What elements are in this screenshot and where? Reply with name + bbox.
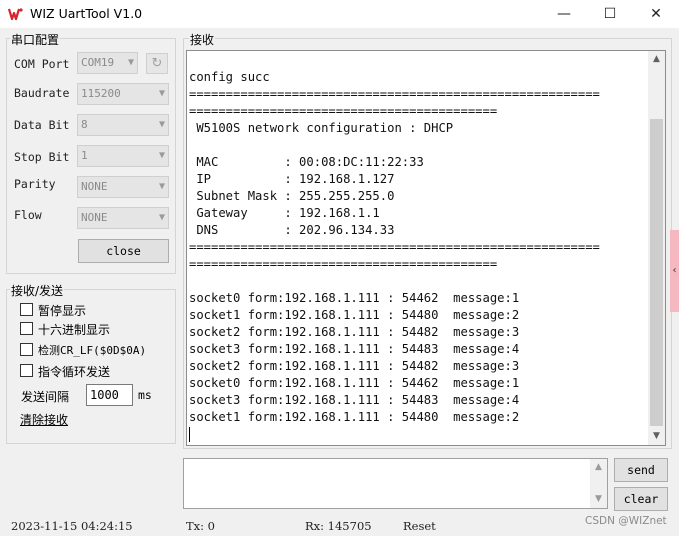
receive-line: ========================================… [189,87,600,101]
baudrate-label: Baudrate [14,86,70,100]
receive-line: MAC : 00:08:DC:11:22:33 [189,155,424,169]
checkbox-box[interactable] [20,303,33,316]
send-button[interactable]: send [614,458,668,482]
refresh-ports-button[interactable]: ↻ [146,53,168,74]
receive-line: ========================================… [189,257,498,271]
chevron-down-icon: ▼ [158,119,165,130]
send-interval-label: 发送间隔 [21,390,70,404]
receive-line: Gateway : 192.168.1.1 [189,206,380,220]
receive-line: socket3 form:192.168.1.111 : 54483 messa… [189,393,520,407]
scroll-down-icon[interactable]: ▼ [590,491,607,508]
receive-line: socket2 form:192.168.1.111 : 54482 messa… [189,325,520,339]
send-interval-input[interactable] [86,384,133,406]
checkbox-box[interactable] [20,364,33,377]
receive-line [189,273,600,290]
data-bit-value: 8 [81,118,88,131]
chevron-down-icon: ▼ [158,88,165,99]
status-tx: Tx: 0 [186,519,216,533]
send-input[interactable] [183,458,608,509]
recv-send-options-label: 接收/发送 [10,282,65,299]
watermark: CSDN @WIZnet [585,515,667,527]
scroll-thumb[interactable] [650,119,663,426]
status-datetime: 2023-11-15 04:24:15 [11,519,133,533]
checkbox-box[interactable] [20,343,33,356]
receive-text: config succ =============================… [189,69,600,426]
scroll-up-icon[interactable]: ▲ [590,459,607,476]
stop-bit-select[interactable]: 1 ▼ [77,145,169,167]
status-rx: Rx: 145705 [305,519,372,533]
serial-config-label: 串口配置 [10,31,61,48]
receive-line [189,137,600,154]
chevron-down-icon: ▼ [127,57,134,68]
receive-line: DNS : 202.96.134.33 [189,223,395,237]
chevron-down-icon: ▼ [158,181,165,192]
com-port-label: COM Port [14,57,70,71]
side-panel-tab[interactable]: ‹ [670,230,679,312]
close-window-button[interactable]: ✕ [633,0,679,28]
clear-receive-link[interactable]: 清除接收 [20,411,68,428]
chevron-down-icon: ▼ [158,212,165,223]
receive-line: W5100S network configuration : DHCP [189,121,454,135]
receive-line: socket2 form:192.168.1.111 : 54482 messa… [189,359,520,373]
receive-line: config succ [189,70,270,84]
wiz-logo-icon [8,8,23,21]
receive-line: socket3 form:192.168.1.111 : 54483 messa… [189,342,520,356]
title-bar: WIZ UartTool V1.0 — ☐ ✕ [0,0,679,28]
flow-value: NONE [81,211,108,224]
receive-line: IP : 192.168.1.127 [189,172,395,186]
checkbox-box[interactable] [20,322,33,335]
receive-line: socket1 form:192.168.1.111 : 54480 messa… [189,308,520,322]
minimize-button[interactable]: — [541,0,587,28]
com-port-select[interactable]: COM19 ▼ [77,52,138,74]
maximize-button[interactable]: ☐ [587,0,633,28]
data-bit-label: Data Bit [14,118,70,132]
receive-line: Subnet Mask : 255.255.255.0 [189,189,395,203]
stop-bit-value: 1 [81,149,88,162]
hex-display-label: 十六进制显示 [38,323,111,337]
status-reset[interactable]: Reset [403,519,436,533]
loop-send-label: 指令循环发送 [38,365,111,379]
parity-label: Parity [14,177,56,191]
send-interval-unit: ms [138,388,152,402]
receive-line: ========================================… [189,104,498,118]
scroll-up-icon[interactable]: ▲ [648,51,665,68]
receive-line: socket1 form:192.168.1.111 : 54480 messa… [189,410,520,424]
window-title: WIZ UartTool V1.0 [30,6,143,21]
receive-textarea[interactable]: config succ =============================… [186,50,666,446]
com-port-value: COM19 [81,56,115,69]
chevron-down-icon: ▼ [158,150,165,161]
data-bit-select[interactable]: 8 ▼ [77,114,169,136]
flow-select[interactable]: NONE ▼ [77,207,169,229]
flow-label: Flow [14,208,42,222]
stop-bit-label: Stop Bit [14,150,70,164]
receive-label: 接收 [189,31,216,48]
clear-send-button[interactable]: clear [614,487,668,511]
text-cursor [189,427,190,442]
refresh-icon: ↻ [151,56,163,71]
receive-scrollbar[interactable]: ▲ ▼ [648,51,665,445]
baudrate-value: 115200 [81,87,121,100]
parity-value: NONE [81,180,108,193]
receive-line: socket0 form:192.168.1.111 : 54462 messa… [189,291,520,305]
detect-crlf-label: 检测CR_LF($0D$0A) [38,344,147,357]
parity-select[interactable]: NONE ▼ [77,176,169,198]
chevron-left-icon: ‹ [672,265,677,276]
receive-line: ========================================… [189,240,600,254]
scroll-down-icon[interactable]: ▼ [648,428,665,445]
pause-display-label: 暂停显示 [38,304,87,318]
baudrate-select[interactable]: 115200 ▼ [77,83,169,105]
close-port-button[interactable]: close [78,239,169,263]
receive-line: socket0 form:192.168.1.111 : 54462 messa… [189,376,520,390]
send-scrollbar[interactable]: ▲ ▼ [590,459,607,508]
